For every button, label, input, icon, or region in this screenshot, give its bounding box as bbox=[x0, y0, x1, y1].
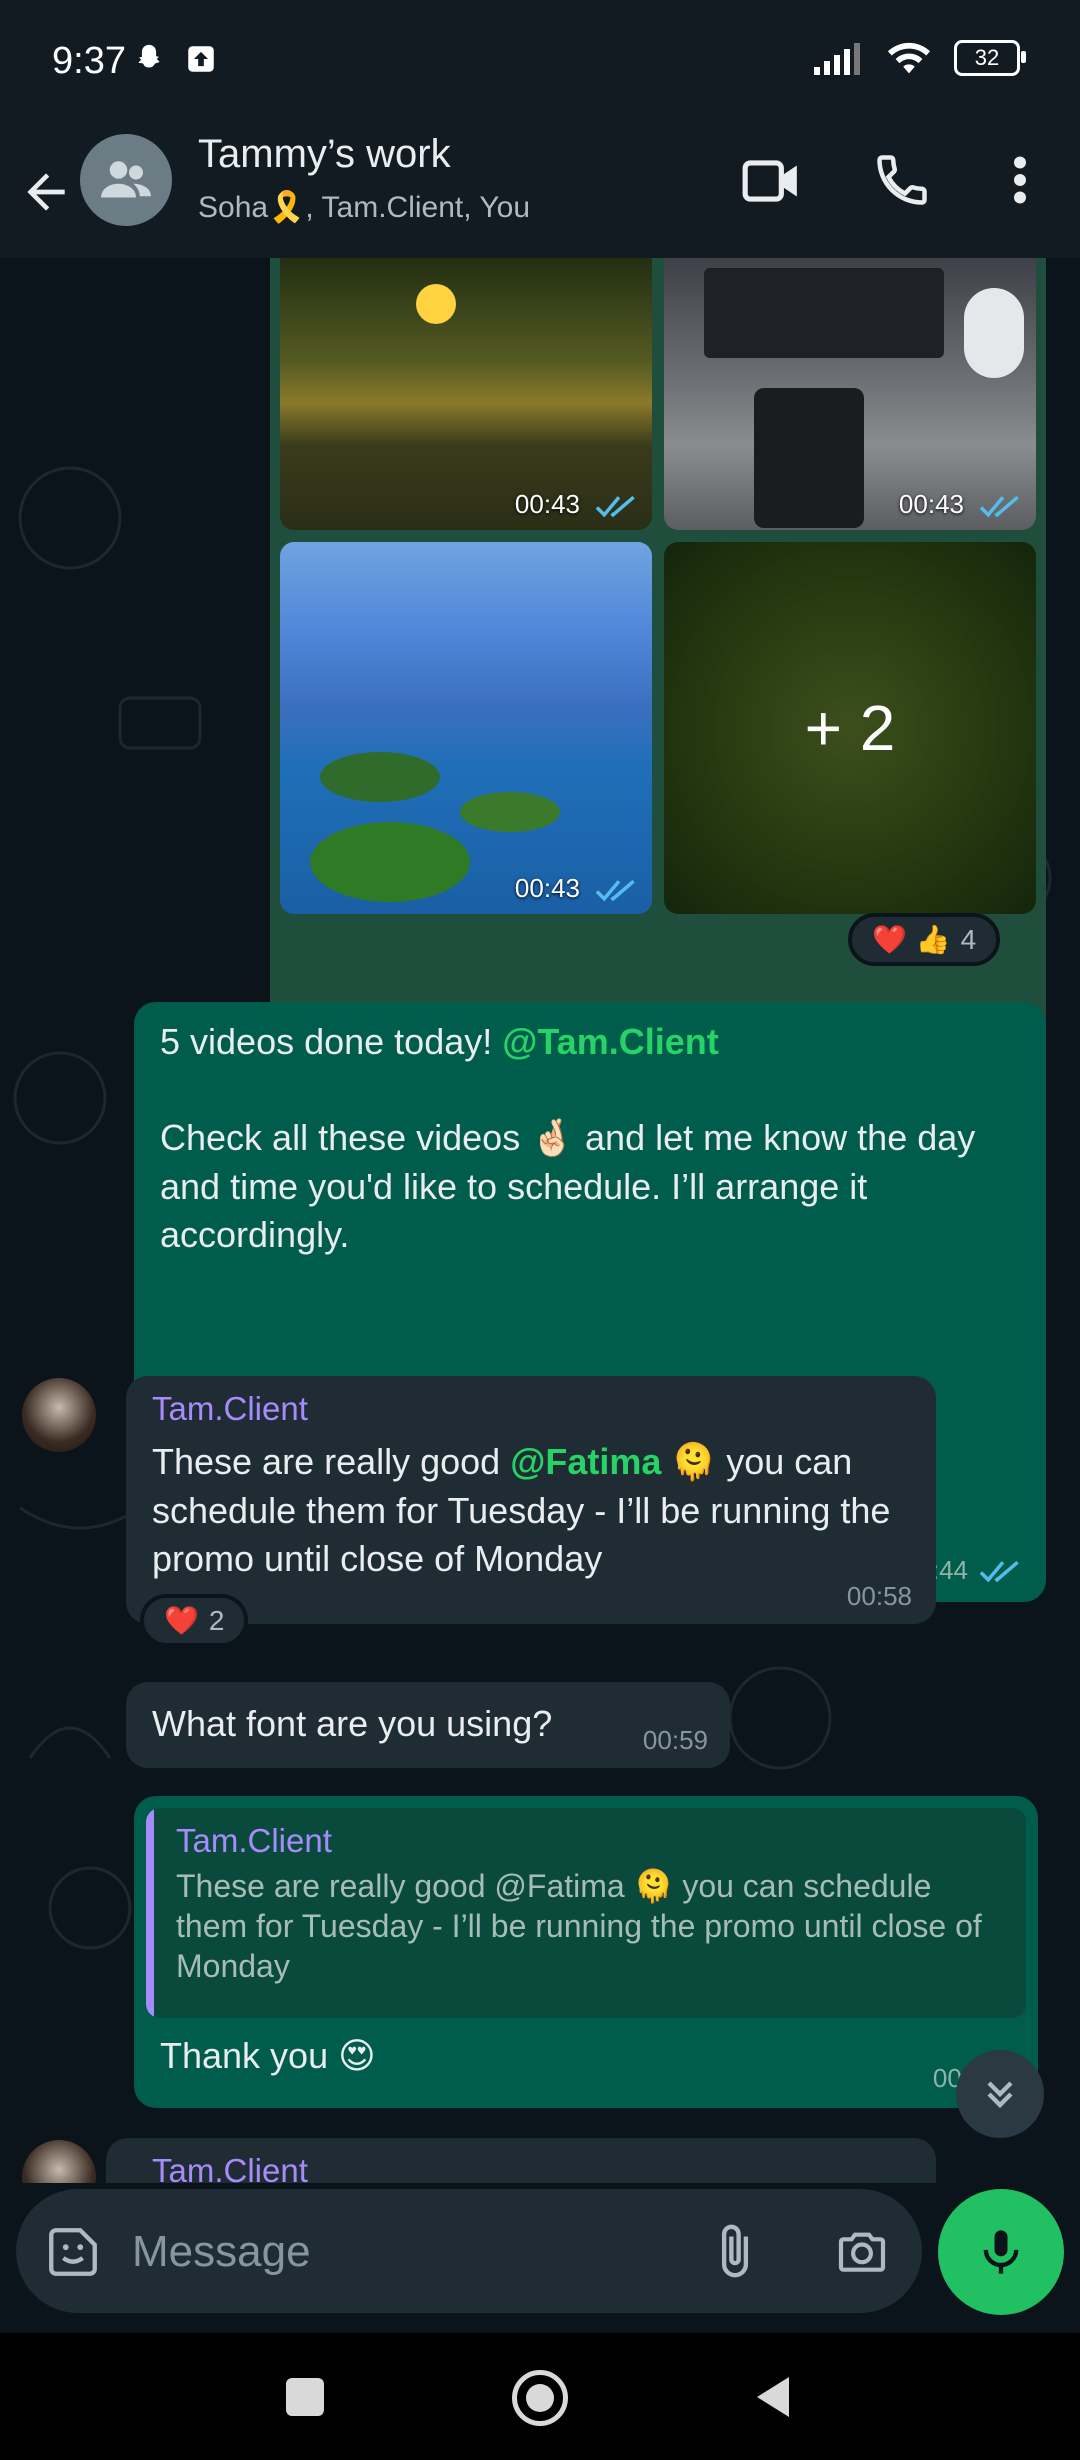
message-text: What font are you using? bbox=[152, 1703, 553, 1744]
quoted-message[interactable]: Tam.Client These are really good @Fatima… bbox=[146, 1808, 1026, 2018]
heart-eyes-emoji: 😍 bbox=[338, 2036, 376, 2077]
scroll-to-bottom-button[interactable] bbox=[956, 2050, 1044, 2138]
message-time: 00:58 bbox=[846, 1581, 912, 1611]
read-ticks-icon bbox=[595, 879, 635, 902]
read-ticks-icon bbox=[595, 495, 635, 518]
group-avatar[interactable] bbox=[80, 134, 172, 226]
message-input[interactable]: Message bbox=[16, 2189, 922, 2313]
quote-bar bbox=[146, 1808, 154, 2018]
message-body: Check all these videos bbox=[160, 1117, 531, 1158]
voice-call-icon[interactable] bbox=[872, 150, 932, 210]
message-reactions[interactable]: ❤️ 2 bbox=[140, 1594, 249, 1647]
melting-face-emoji: 🫠 bbox=[633, 1867, 674, 1905]
video-duration: 00:43 bbox=[514, 873, 580, 903]
reaction-emojis: ❤️ 👍 bbox=[872, 923, 951, 956]
camera-icon[interactable] bbox=[832, 2223, 892, 2279]
video-thumb-airport[interactable]: 00:43 bbox=[664, 258, 1036, 530]
fingers-crossed-emoji: 🤞🏻 bbox=[530, 1118, 576, 1159]
chat-title[interactable]: Tammy’s work bbox=[198, 132, 451, 177]
quoted-text: These are really good @Fatima 🫠 you can … bbox=[176, 1866, 996, 1986]
read-ticks-icon bbox=[979, 495, 1019, 518]
message-text: 5 videos done today! @Tam.Client Check a… bbox=[160, 1018, 1030, 1259]
video-thumb-sunset[interactable]: 00:43 bbox=[280, 258, 652, 530]
signal-icon bbox=[814, 43, 860, 75]
incoming-message[interactable]: Tam.Client These are really good @Fatima… bbox=[126, 1376, 936, 1624]
snapchat-icon bbox=[138, 44, 160, 68]
message-line: 5 videos done today! bbox=[160, 1021, 503, 1062]
back-button[interactable] bbox=[752, 2373, 794, 2421]
island-shape bbox=[460, 792, 560, 832]
recents-button[interactable] bbox=[286, 2378, 324, 2416]
figure-shape bbox=[964, 288, 1024, 378]
status-time: 9:37 bbox=[52, 40, 126, 82]
sender-name[interactable]: Tam.Client bbox=[152, 1390, 308, 1428]
status-left-icons bbox=[132, 42, 218, 76]
seats-shape bbox=[704, 268, 944, 358]
video-duration: 00:43 bbox=[898, 489, 964, 519]
quoted-sender: Tam.Client bbox=[176, 1822, 332, 1859]
sender-avatar[interactable] bbox=[22, 1378, 96, 1452]
battery-indicator: 32 bbox=[954, 40, 1026, 76]
heart-emoji: ❤️ bbox=[164, 1604, 199, 1637]
chat-participants[interactable]: Soha🎗️, Tam.Client, You bbox=[198, 190, 530, 225]
video-call-icon[interactable] bbox=[740, 150, 802, 212]
sun-shape bbox=[416, 284, 456, 324]
suitcase-shape bbox=[754, 388, 864, 528]
upload-icon bbox=[188, 46, 214, 72]
island-shape bbox=[320, 752, 440, 802]
double-chevron-down-icon bbox=[987, 2081, 1013, 2109]
home-button[interactable] bbox=[512, 2370, 568, 2426]
battery-level: 32 bbox=[974, 45, 1000, 70]
quoted-body: These are really good @Fatima bbox=[176, 1868, 634, 1904]
message-composer: Message bbox=[0, 2183, 1080, 2333]
melting-face-emoji: 🫠 bbox=[671, 1442, 717, 1483]
message-text: Thank you 😍 bbox=[160, 2032, 376, 2081]
status-bar: 9:37 32 bbox=[0, 0, 1080, 130]
message-time: 00:59 bbox=[642, 1725, 708, 1755]
chat-area[interactable]: 00:43 00:43 00:43 + 2 ❤️ 👍 4 5 videos do… bbox=[0, 258, 1080, 2183]
more-media-overlay[interactable]: + 2 bbox=[664, 542, 1036, 914]
video-duration: 00:43 bbox=[514, 489, 580, 519]
mention-link[interactable]: @Fatima bbox=[510, 1441, 661, 1482]
read-ticks-icon bbox=[979, 1560, 1019, 1582]
sticker-icon[interactable] bbox=[44, 2223, 102, 2281]
mention-link[interactable]: @Tam.Client bbox=[502, 1021, 718, 1062]
system-navigation-bar bbox=[0, 2333, 1080, 2460]
island-shape bbox=[310, 822, 470, 902]
outgoing-reply-message[interactable]: Tam.Client These are really good @Fatima… bbox=[134, 1796, 1038, 2108]
attach-icon[interactable] bbox=[706, 2221, 764, 2281]
video-thumb-forest[interactable]: + 2 bbox=[664, 542, 1036, 914]
group-icon bbox=[101, 161, 151, 198]
back-arrow-icon[interactable] bbox=[18, 162, 74, 222]
status-right-icons: 32 bbox=[814, 40, 1026, 76]
voice-message-button[interactable] bbox=[938, 2189, 1064, 2315]
message-body: These are really good bbox=[152, 1441, 511, 1482]
wifi-icon bbox=[887, 42, 931, 74]
home-inner-dot bbox=[526, 2384, 554, 2412]
message-placeholder: Message bbox=[132, 2227, 311, 2276]
incoming-message[interactable]: Tam.Client bbox=[106, 2138, 936, 2183]
reaction-count: 2 bbox=[208, 1604, 225, 1636]
reaction-count: 4 bbox=[960, 923, 977, 955]
sender-name[interactable]: Tam.Client bbox=[152, 2152, 308, 2183]
media-reactions[interactable]: ❤️ 👍 4 bbox=[848, 913, 1001, 966]
video-thumb-islands[interactable]: 00:43 bbox=[280, 542, 652, 914]
microphone-icon bbox=[983, 2230, 1019, 2274]
more-options-icon[interactable] bbox=[1000, 150, 1040, 210]
message-body: Thank you bbox=[160, 2035, 339, 2076]
incoming-message[interactable]: What font are you using? 00:59 bbox=[126, 1682, 730, 1768]
message-text: These are really good @Fatima 🫠 you can … bbox=[152, 1438, 932, 1583]
